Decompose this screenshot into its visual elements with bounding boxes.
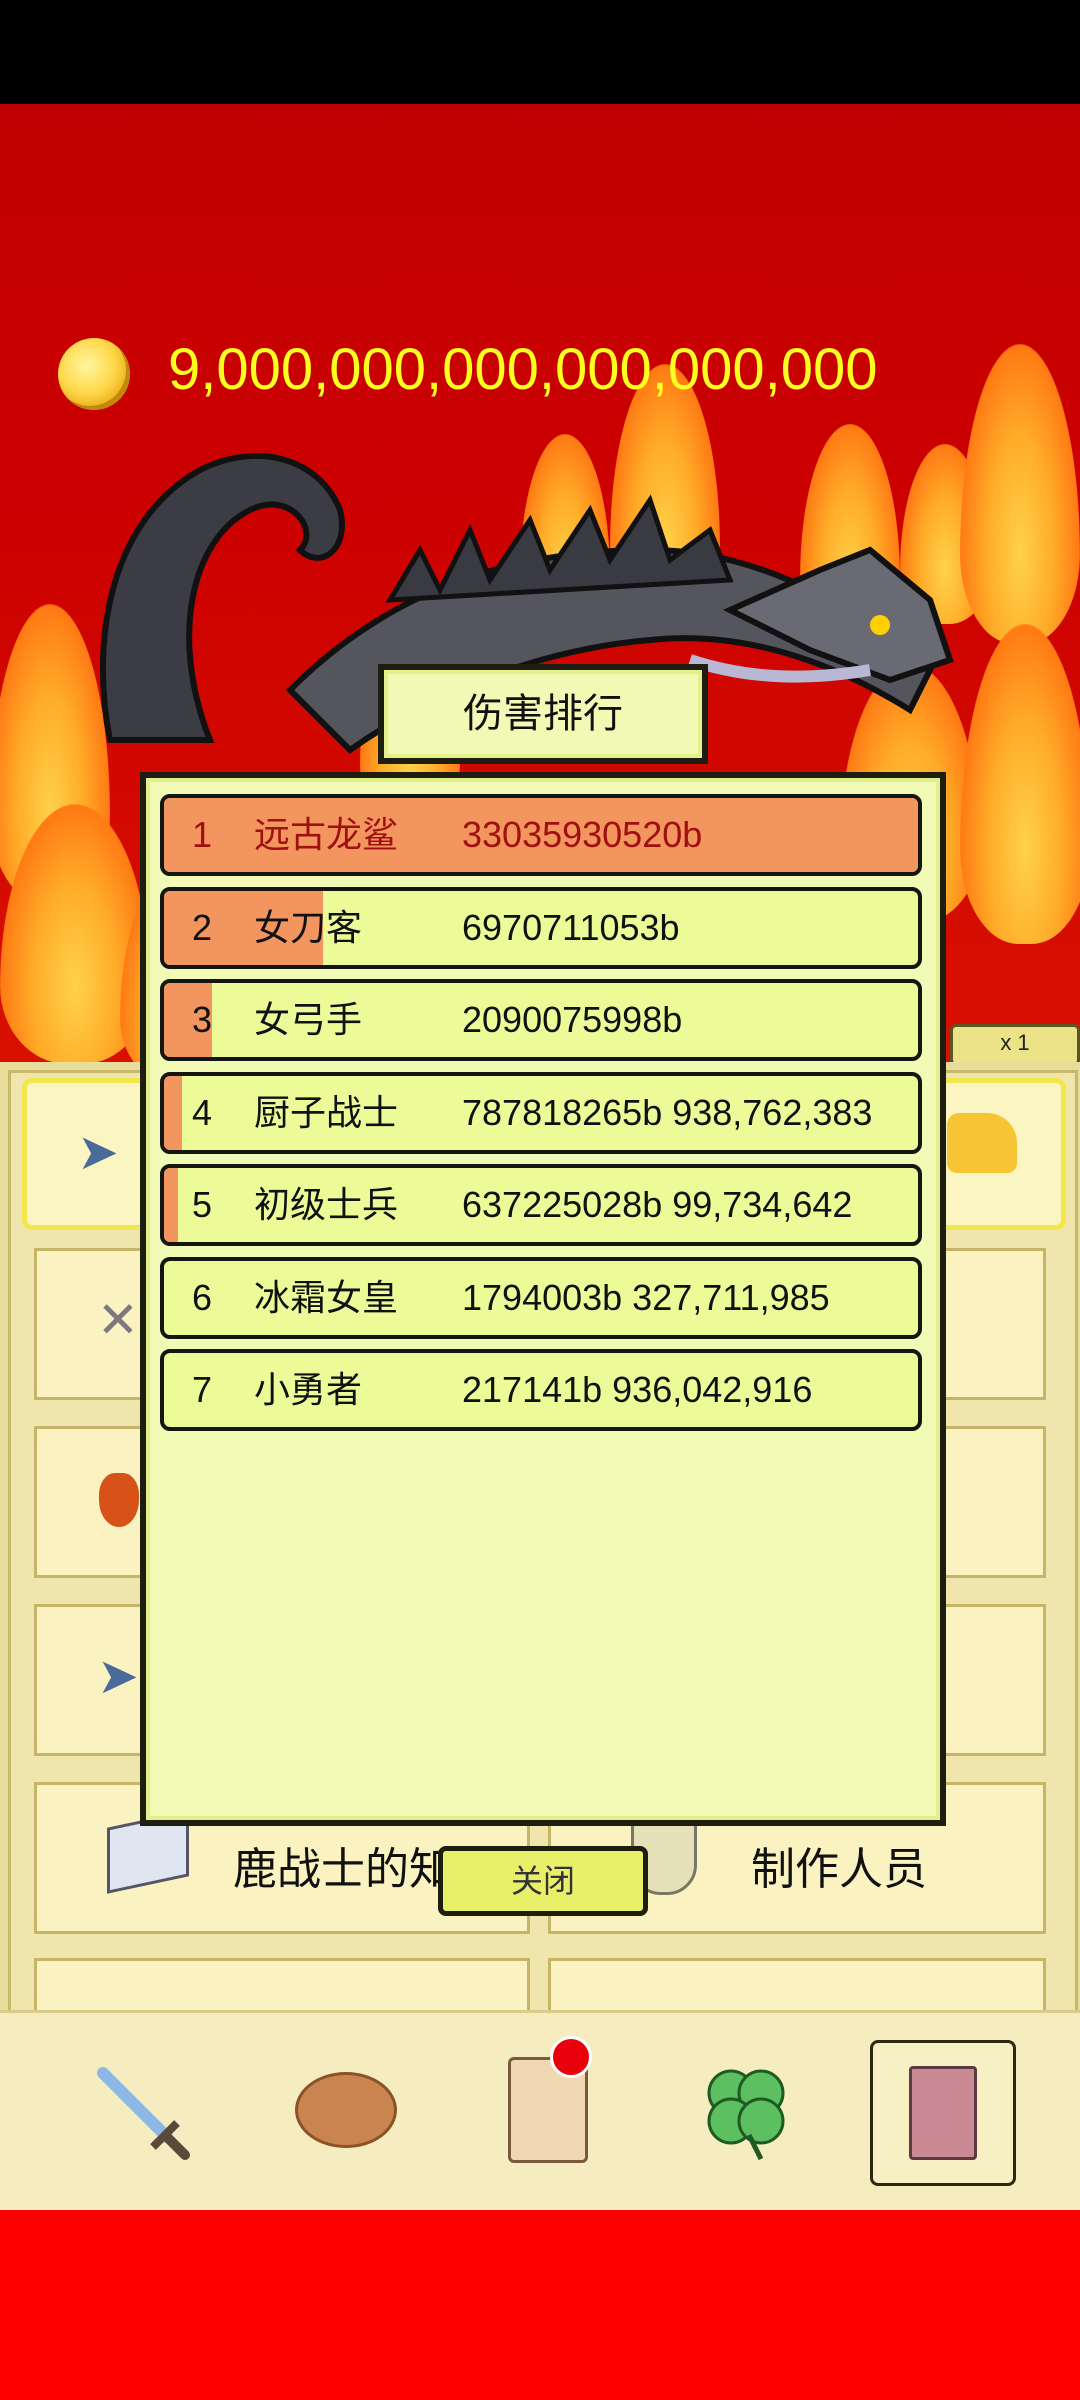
hero-name: 女弓手 — [254, 999, 363, 1040]
fish-icon: ➤ — [97, 1647, 139, 1705]
hero-name: 初级士兵 — [254, 1184, 399, 1225]
bread-icon — [295, 2072, 397, 2148]
status-bar — [0, 0, 1080, 104]
hero-name: 女刀客 — [254, 907, 363, 948]
rank-number: 6 — [192, 1277, 213, 1318]
cheese-icon — [947, 1113, 1017, 1173]
flame — [960, 624, 1080, 944]
rank-number: 7 — [192, 1369, 213, 1410]
ranking-row[interactable]: 3 女弓手 2090075998b — [160, 979, 922, 1061]
menu-cell[interactable] — [34, 1958, 530, 2018]
menu-cell[interactable] — [548, 1958, 1046, 2018]
hero-name: 厨子战士 — [254, 1092, 399, 1133]
speed-toggle-button[interactable]: x 1 — [950, 1024, 1080, 1066]
flame — [960, 344, 1080, 644]
nav-sword[interactable] — [70, 2040, 210, 2180]
rank-number: 4 — [192, 1092, 213, 1133]
damage-value: 33035930520b — [462, 814, 703, 855]
nav-bread[interactable] — [276, 2040, 416, 2180]
damage-value: 2090075998b — [462, 999, 683, 1040]
clover-icon — [707, 2069, 785, 2161]
damage-value: 1794003b 327,711,985 — [462, 1277, 830, 1318]
hero-name: 冰霜女皇 — [254, 1277, 399, 1318]
notification-badge — [550, 2036, 592, 2078]
screen-bottom — [0, 2210, 1080, 2400]
book-icon — [909, 2066, 977, 2160]
damage-value: 637225028b 99,734,642 — [462, 1184, 853, 1225]
ranking-row[interactable]: 2 女刀客 6970711053b — [160, 887, 922, 969]
damage-share-bar — [164, 1076, 183, 1150]
rank-number: 3 — [192, 999, 213, 1040]
hero-name: 小勇者 — [254, 1369, 363, 1410]
sword-shield-icon: ✕ — [97, 1291, 139, 1349]
nav-clover[interactable] — [676, 2040, 816, 2180]
damage-share-bar — [164, 1168, 179, 1242]
credits-label: 制作人员 — [751, 1845, 927, 1894]
close-button[interactable]: 关闭 — [438, 1846, 648, 1916]
ranking-row[interactable]: 6 冰霜女皇 1794003b 327,711,985 — [160, 1257, 922, 1339]
meat-icon — [99, 1473, 139, 1527]
ranking-row[interactable]: 4 厨子战士 787818265b 938,762,383 — [160, 1072, 922, 1154]
gold-coin-icon — [58, 338, 130, 410]
damage-value: 787818265b 938,762,383 — [462, 1092, 873, 1133]
modal-title: 伤害排行 — [463, 692, 623, 736]
ranking-row[interactable]: 7 小勇者 217141b 936,042,916 — [160, 1349, 922, 1431]
rank-number: 1 — [192, 814, 213, 855]
hero-name: 远古龙鲨 — [254, 814, 399, 855]
rank-number: 2 — [192, 907, 213, 948]
damage-value: 6970711053b — [462, 907, 680, 948]
fish-icon: ➤ — [77, 1123, 119, 1181]
nav-book[interactable] — [870, 2040, 1016, 2186]
damage-value: 217141b 936,042,916 — [462, 1369, 813, 1410]
gold-amount: 9,000,000,000,000,000,000 — [168, 337, 878, 402]
sword-icon — [97, 2067, 190, 2160]
ranking-row[interactable]: 1 远古龙鲨 33035930520b — [160, 794, 922, 876]
ranking-row[interactable]: 5 初级士兵 637225028b 99,734,642 — [160, 1164, 922, 1246]
rank-number: 5 — [192, 1184, 213, 1225]
nav-scroll[interactable] — [478, 2036, 618, 2180]
